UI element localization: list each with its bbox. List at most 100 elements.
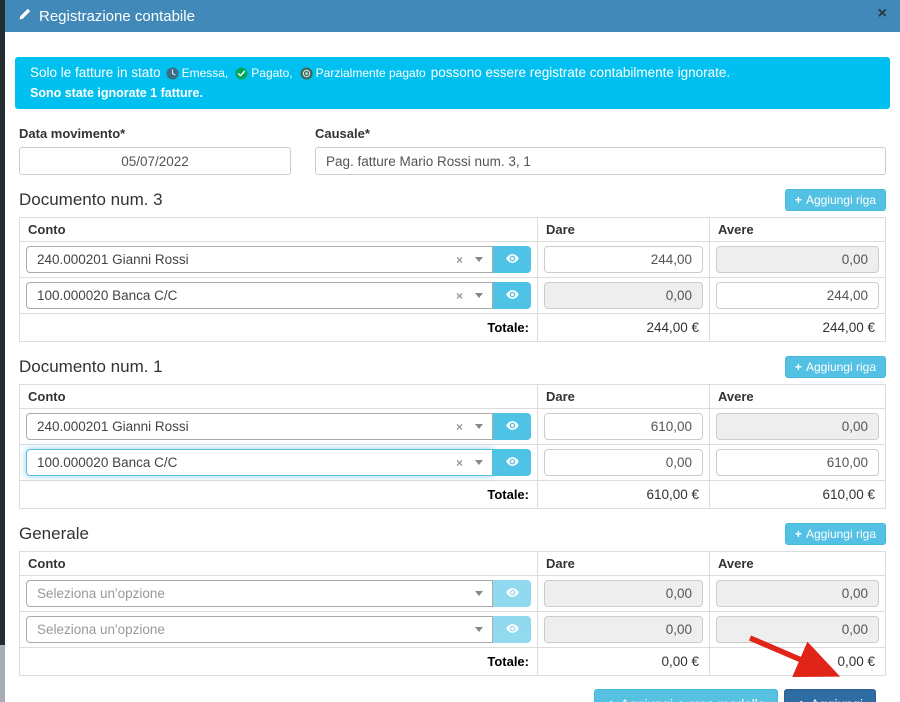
date-input[interactable]: [19, 147, 291, 175]
column-header-dare: Dare: [538, 385, 710, 409]
eye-icon: [505, 454, 520, 472]
add-row-button[interactable]: + Aggiungi riga: [785, 189, 886, 211]
clear-icon[interactable]: ×: [456, 253, 463, 267]
chevron-down-icon[interactable]: [475, 460, 483, 465]
chevron-down-icon[interactable]: [475, 627, 483, 632]
section-generale: Generale + Aggiungi riga Conto Dare Aver…: [15, 523, 890, 676]
view-account-button[interactable]: [493, 282, 531, 309]
entries-table: Conto Dare Avere 240.000201 Gianni Rossi: [19, 217, 886, 342]
column-header-dare: Dare: [538, 552, 710, 576]
date-field-label: Data movimento*: [19, 126, 291, 141]
totals-label: Totale:: [20, 481, 538, 509]
dare-input[interactable]: [544, 246, 703, 273]
add-row-label: Aggiungi riga: [806, 360, 876, 374]
table-row: 240.000201 Gianni Rossi ×: [20, 242, 886, 278]
total-dare: 0,00 €: [538, 648, 710, 676]
banner-line1: Solo le fatture in stato Emessa, Pagato,: [30, 65, 875, 81]
conto-select-box[interactable]: 240.000201 Gianni Rossi ×: [26, 246, 493, 273]
conto-select[interactable]: Seleziona un'opzione: [26, 580, 531, 607]
avere-input: [716, 246, 879, 273]
clear-icon[interactable]: ×: [456, 456, 463, 470]
clock-status-icon: [166, 67, 179, 80]
total-dare: 244,00 €: [538, 314, 710, 342]
table-header-row: Conto Dare Avere: [20, 552, 886, 576]
total-dare: 610,00 €: [538, 481, 710, 509]
conto-select-box[interactable]: 240.000201 Gianni Rossi ×: [26, 413, 493, 440]
modal-title-text: Registrazione contabile: [39, 8, 195, 25]
add-button[interactable]: + Aggiungi: [784, 689, 876, 702]
status-pagato: Pagato,: [235, 65, 292, 81]
eye-icon: [505, 287, 520, 305]
dare-input[interactable]: [544, 449, 703, 476]
add-row-label: Aggiungi riga: [806, 193, 876, 207]
avere-input: [716, 413, 879, 440]
totals-row: Totale: 610,00 € 610,00 €: [20, 481, 886, 509]
section-documento-1: Documento num. 1 + Aggiungi riga Conto D…: [15, 356, 890, 509]
check-status-icon: [235, 67, 248, 80]
total-avere: 244,00 €: [710, 314, 886, 342]
screen: Registrazione contabile × Solo le fattur…: [0, 0, 900, 702]
status-pagato-label: Pagato,: [251, 65, 292, 81]
conto-select-box[interactable]: Seleziona un'opzione: [26, 580, 493, 607]
view-account-button[interactable]: [493, 449, 531, 476]
banner-suffix: possono essere registrate contabilmente …: [431, 65, 730, 81]
status-parzialmente-label: Parzialmente pagato: [316, 65, 426, 81]
chevron-down-icon[interactable]: [475, 424, 483, 429]
info-banner: Solo le fatture in stato Emessa, Pagato,: [15, 57, 890, 109]
modal-title: Registrazione contabile: [18, 8, 195, 25]
avere-input[interactable]: [716, 282, 879, 309]
clear-icon[interactable]: ×: [456, 420, 463, 434]
plus-icon: +: [795, 193, 802, 207]
add-row-button[interactable]: + Aggiungi riga: [785, 356, 886, 378]
section-head: Generale + Aggiungi riga: [19, 523, 886, 545]
chevron-down-icon[interactable]: [475, 293, 483, 298]
view-account-button[interactable]: [493, 246, 531, 273]
date-field-group: Data movimento*: [19, 126, 291, 175]
view-account-button[interactable]: [493, 413, 531, 440]
totals-label: Totale:: [20, 648, 538, 676]
table-row: Seleziona un'opzione: [20, 612, 886, 648]
banner-prefix: Solo le fatture in stato: [30, 65, 161, 81]
add-row-label: Aggiungi riga: [806, 527, 876, 541]
modal-header: Registrazione contabile ×: [5, 0, 900, 32]
conto-select[interactable]: 100.000020 Banca C/C ×: [26, 449, 531, 476]
conto-select[interactable]: 100.000020 Banca C/C ×: [26, 282, 531, 309]
add-and-create-template-button[interactable]: + Aggiungi e crea modello: [594, 689, 778, 702]
entries-table: Conto Dare Avere 240.000201 Gianni Rossi: [19, 384, 886, 509]
eye-icon: [505, 418, 520, 436]
entries-table: Conto Dare Avere Seleziona un'opzione: [19, 551, 886, 676]
conto-select[interactable]: 240.000201 Gianni Rossi ×: [26, 413, 531, 440]
conto-select-box[interactable]: Seleziona un'opzione: [26, 616, 493, 643]
conto-select-box[interactable]: 100.000020 Banca C/C ×: [26, 282, 493, 309]
chevron-down-icon[interactable]: [475, 257, 483, 262]
column-header-avere: Avere: [710, 218, 886, 242]
table-row: 100.000020 Banca C/C ×: [20, 445, 886, 481]
conto-select-placeholder: Seleziona un'opzione: [37, 622, 475, 637]
section-title: Documento num. 1: [19, 357, 163, 377]
table-row: 100.000020 Banca C/C ×: [20, 278, 886, 314]
totals-row: Totale: 0,00 € 0,00 €: [20, 648, 886, 676]
table-header-row: Conto Dare Avere: [20, 218, 886, 242]
table-row: 240.000201 Gianni Rossi ×: [20, 409, 886, 445]
clear-icon[interactable]: ×: [456, 289, 463, 303]
conto-select[interactable]: Seleziona un'opzione: [26, 616, 531, 643]
total-avere: 610,00 €: [710, 481, 886, 509]
column-header-conto: Conto: [20, 385, 538, 409]
eye-icon: [505, 585, 520, 603]
conto-select[interactable]: 240.000201 Gianni Rossi ×: [26, 246, 531, 273]
plus-icon: +: [607, 696, 615, 702]
section-head: Documento num. 1 + Aggiungi riga: [19, 356, 886, 378]
avere-input[interactable]: [716, 449, 879, 476]
close-icon[interactable]: ×: [878, 6, 887, 22]
dare-input[interactable]: [544, 413, 703, 440]
table-header-row: Conto Dare Avere: [20, 385, 886, 409]
causale-input[interactable]: [315, 147, 886, 175]
conto-select-box[interactable]: 100.000020 Banca C/C ×: [26, 449, 493, 476]
table-row: Seleziona un'opzione: [20, 576, 886, 612]
chevron-down-icon[interactable]: [475, 591, 483, 596]
add-row-button[interactable]: + Aggiungi riga: [785, 523, 886, 545]
section-title: Documento num. 3: [19, 190, 163, 210]
modal-footer: + Aggiungi e crea modello + Aggiungi: [15, 689, 876, 702]
conto-select-value: 240.000201 Gianni Rossi: [37, 419, 456, 434]
avere-input: [716, 580, 879, 607]
